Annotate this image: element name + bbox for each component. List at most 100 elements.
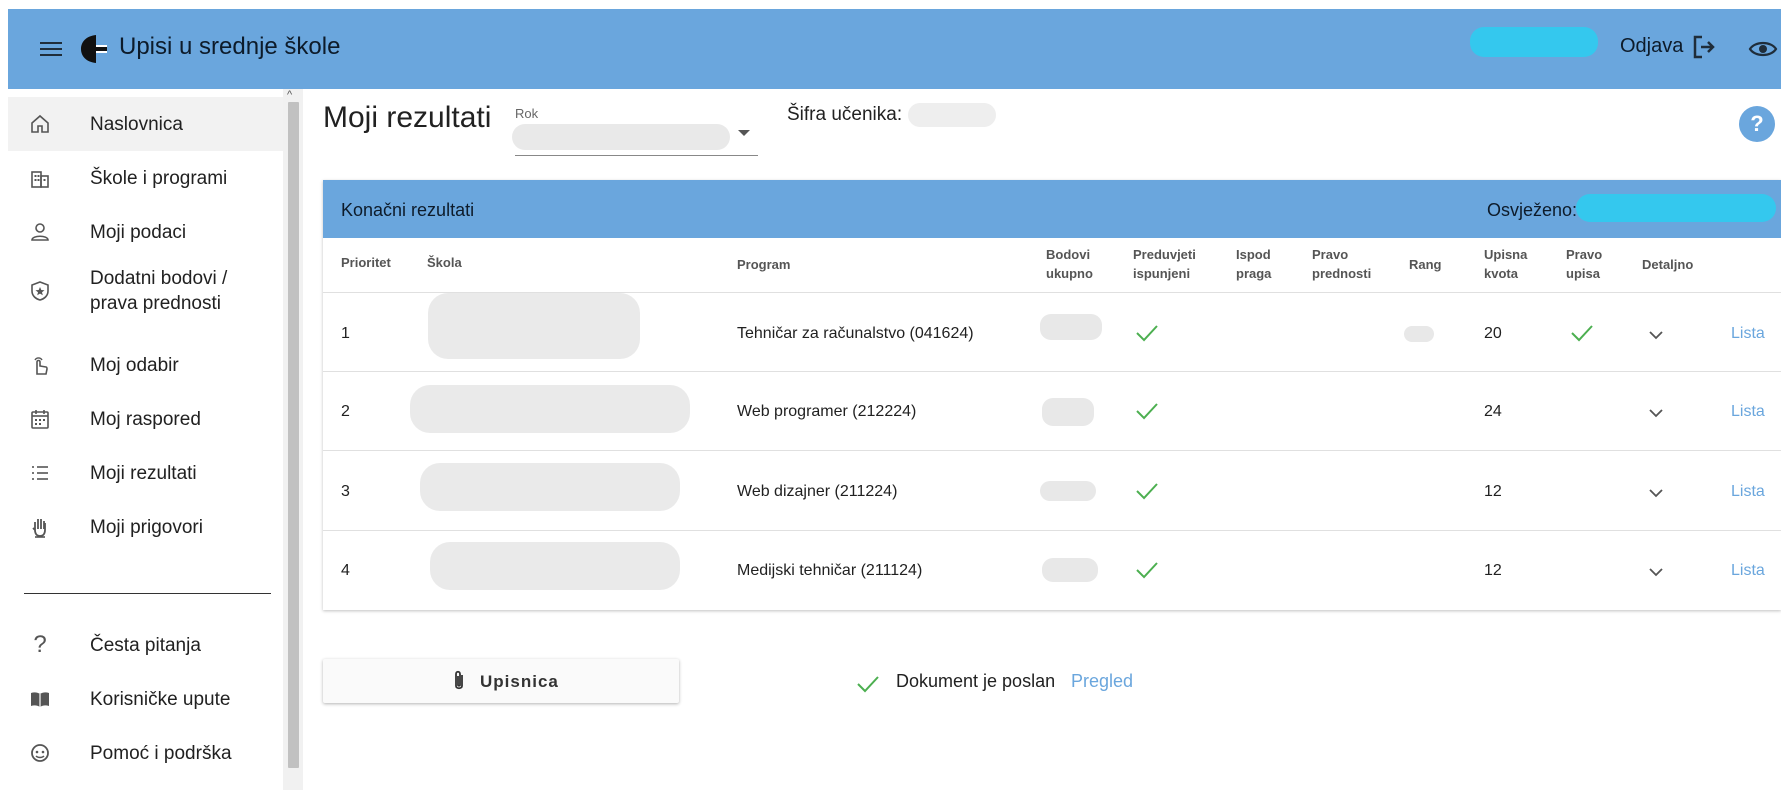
row-quota: 20 xyxy=(1484,325,1502,342)
school-name-redacted xyxy=(430,542,680,590)
column-header-pravo-prednosti: Pravo prednosti xyxy=(1312,247,1372,281)
row-program: Web programer (212224) xyxy=(737,403,917,420)
column-header-prioritet: Prioritet xyxy=(341,255,391,270)
check-icon xyxy=(857,676,879,693)
rok-label: Rok xyxy=(515,106,539,121)
row-quota: 12 xyxy=(1484,483,1502,500)
rok-select-value-redacted[interactable] xyxy=(512,124,730,150)
row-divider xyxy=(323,530,1781,531)
row-program: Web dizajner (211224) xyxy=(737,483,898,500)
refreshed-value-redacted xyxy=(1576,194,1776,222)
check-icon xyxy=(1136,403,1158,420)
building-icon xyxy=(27,165,53,191)
row-priority: 4 xyxy=(341,562,350,579)
column-header-ispod-praga: Ispod praga xyxy=(1236,247,1272,281)
chevron-down-icon[interactable] xyxy=(1647,566,1665,578)
column-header-detaljno: Detaljno xyxy=(1642,257,1694,272)
hand-icon xyxy=(27,514,53,540)
book-icon xyxy=(27,686,53,712)
sidebar-item-label: Naslovnica xyxy=(90,113,183,135)
refreshed-label: Osvježeno: xyxy=(1487,200,1578,220)
home-icon xyxy=(27,111,53,137)
user-name-redacted xyxy=(1470,27,1598,57)
rok-select-underline xyxy=(515,155,758,156)
sidebar-divider xyxy=(24,593,271,594)
lista-link[interactable]: Lista xyxy=(1731,483,1765,501)
rank-redacted xyxy=(1404,326,1434,342)
column-header-program: Program xyxy=(737,257,791,272)
sidebar-item-moji-podaci[interactable]: Moji podaci xyxy=(8,205,283,259)
lista-link[interactable]: Lista xyxy=(1731,403,1765,421)
sidebar-item-label: Česta pitanja xyxy=(90,634,201,656)
chevron-down-icon[interactable] xyxy=(1647,407,1665,419)
row-quota: 12 xyxy=(1484,562,1502,579)
help-button[interactable]: ? xyxy=(1739,106,1775,142)
row-program: Medijski tehničar (211124) xyxy=(737,562,923,579)
sidebar-scroll-thumb[interactable] xyxy=(288,102,299,768)
scroll-up-arrow-icon[interactable]: ^ xyxy=(287,89,292,101)
app-title: Upisi u srednje škole xyxy=(119,33,341,60)
sifra-label: Šifra učenika: xyxy=(787,104,903,125)
row-quota: 24 xyxy=(1484,403,1502,420)
column-header-bodovi: Bodovi ukupno xyxy=(1046,247,1093,281)
row-divider xyxy=(323,371,1781,372)
pointer-hand-icon xyxy=(27,352,53,378)
sidebar-item-label: Pomoć i podrška xyxy=(90,742,232,764)
chevron-down-icon[interactable] xyxy=(1647,487,1665,499)
paperclip-icon xyxy=(455,670,463,690)
lista-link[interactable]: Lista xyxy=(1731,562,1765,580)
sidebar-item-upute[interactable]: Korisničke upute xyxy=(8,672,283,726)
column-header-preduvjeti: Preduvjeti ispunjeni xyxy=(1133,247,1196,281)
sidebar-item-label: Moji prigovori xyxy=(90,516,203,538)
logout-icon[interactable] xyxy=(1690,33,1718,61)
row-priority: 1 xyxy=(341,325,350,342)
calendar-icon xyxy=(27,406,53,432)
column-header-upisna-kvota: Upisna kvota xyxy=(1484,247,1528,281)
sidebar-item-moji-prigovori[interactable]: Moji prigovori xyxy=(8,500,283,554)
points-redacted xyxy=(1040,314,1102,340)
eye-icon[interactable] xyxy=(1748,37,1778,61)
sidebar-item-skole[interactable]: Škole i programi xyxy=(8,151,283,205)
person-icon xyxy=(27,219,53,245)
support-icon xyxy=(27,740,53,766)
points-redacted xyxy=(1042,398,1094,426)
check-icon xyxy=(1136,562,1158,579)
sidebar-item-cesta-pitanja[interactable]: ? Česta pitanja xyxy=(8,618,283,672)
row-divider xyxy=(323,450,1781,451)
shield-star-icon xyxy=(27,278,53,304)
check-icon xyxy=(1571,325,1593,342)
sidebar-item-pomoc[interactable]: Pomoć i podrška xyxy=(8,726,283,780)
sidebar-item-moji-rezultati[interactable]: Moji rezultati xyxy=(8,446,283,500)
sidebar-item-label: Moji podaci xyxy=(90,221,187,243)
sidebar-item-label: Škole i programi xyxy=(90,167,228,189)
document-status: Dokument je poslan xyxy=(896,671,1056,691)
logout-label[interactable]: Odjava xyxy=(1620,35,1683,58)
points-redacted xyxy=(1040,481,1096,501)
sidebar-item-label: Moj raspored xyxy=(90,408,201,430)
school-name-redacted xyxy=(428,293,640,359)
upisnica-label[interactable]: Upisnica xyxy=(480,672,559,692)
sidebar-item-label: Moji rezultati xyxy=(90,462,197,484)
check-icon xyxy=(1136,325,1158,342)
sifra-value-redacted xyxy=(908,103,996,127)
menu-icon[interactable] xyxy=(40,38,62,58)
lista-link[interactable]: Lista xyxy=(1731,325,1765,343)
page-title: Moji rezultati xyxy=(323,101,492,134)
chevron-down-icon[interactable] xyxy=(1647,329,1665,341)
row-program: Tehničar za računalstvo (041624) xyxy=(737,325,974,342)
sidebar-item-dodatni-bodovi[interactable]: Dodatni bodovi / prava prednosti xyxy=(8,254,283,328)
sidebar-item-moj-raspored[interactable]: Moj raspored xyxy=(8,392,283,446)
sidebar-item-label: Dodatni bodovi / prava prednosti xyxy=(90,268,228,314)
column-header-pravo-upisa: Pravo upisa xyxy=(1566,247,1603,281)
sidebar-item-naslovnica[interactable]: Naslovnica xyxy=(8,97,283,151)
column-header-skola: Škola xyxy=(427,255,462,270)
app-bar: Upisi u srednje škole Odjava xyxy=(8,9,1781,89)
row-priority: 2 xyxy=(341,403,350,420)
preview-link[interactable]: Pregled xyxy=(1071,671,1133,692)
sidebar-item-moj-odabir[interactable]: Moj odabir xyxy=(8,338,283,392)
question-icon: ? xyxy=(33,631,47,658)
sidebar-item-label: Moj odabir xyxy=(90,354,179,376)
list-icon xyxy=(27,460,53,486)
logo-icon xyxy=(81,35,107,63)
dropdown-arrow-icon[interactable] xyxy=(738,130,750,136)
